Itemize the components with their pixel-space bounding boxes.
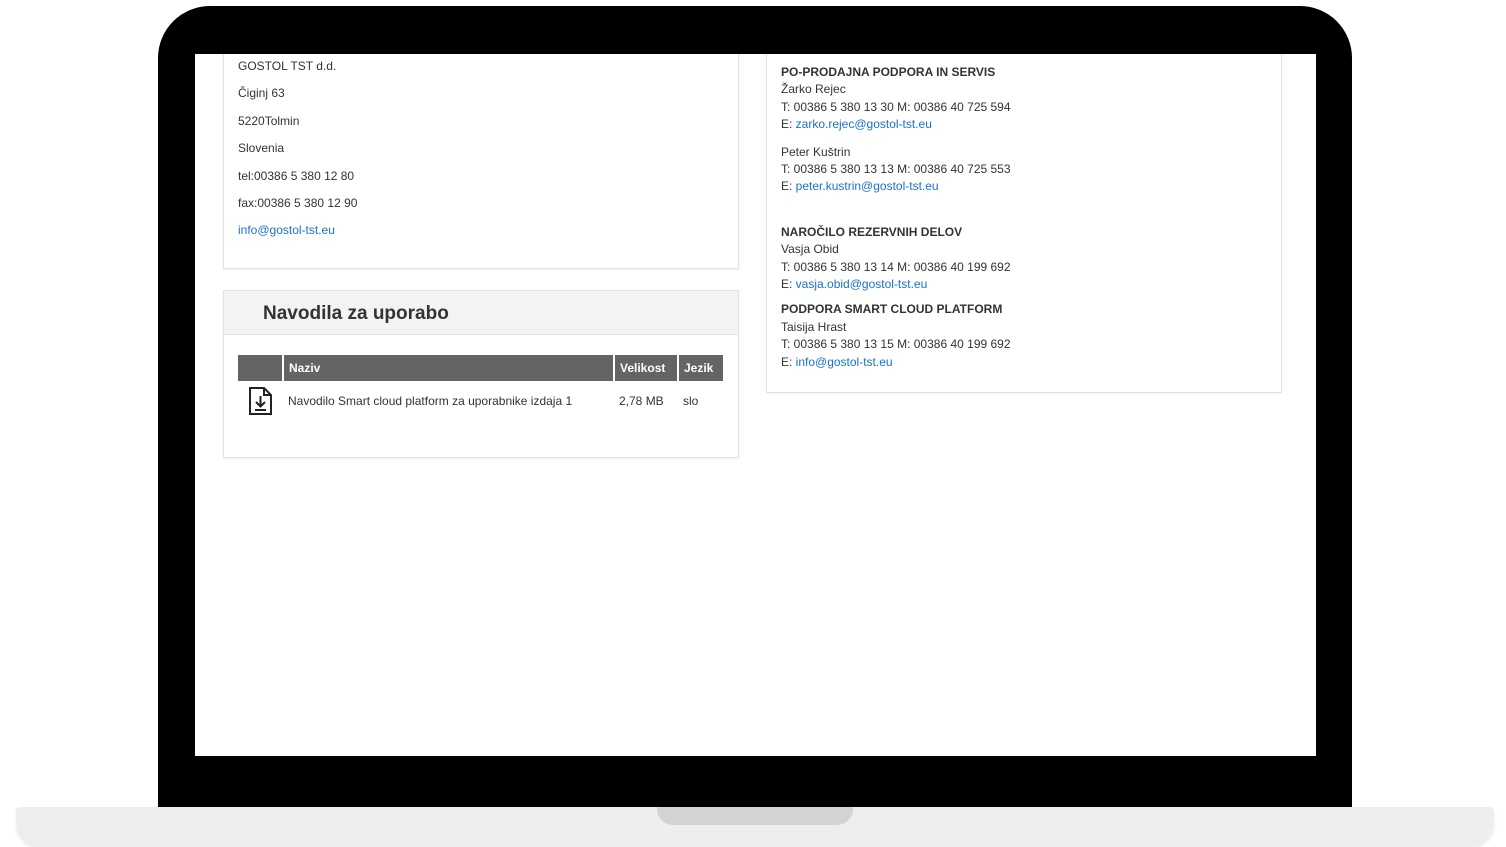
- section-title-spare-parts: NAROČILO REZERVNIH DELOV: [781, 224, 963, 239]
- section-title-cloud-support: PODPORA SMART CLOUD PLATFORM: [781, 302, 1003, 317]
- section-title-after-sales: PO-PRODAJNA PODPORA IN SERVIS: [781, 65, 996, 79]
- table-header-row: Naziv Velikost Jezik: [238, 355, 723, 381]
- laptop-screen: GOSTOL TST d.d. Čiginj 63 5220Tolmin Slo…: [195, 54, 1316, 756]
- contact-phone: T: 00386 5 380 13 15 M: 00386 40 199 692: [781, 337, 1011, 352]
- contact-email-link[interactable]: peter.kustrin@gostol-tst.eu: [796, 179, 939, 193]
- company-tel: tel:00386 5 380 12 80: [238, 168, 355, 183]
- contacts-panel: PO-PRODAJNA PODPORA IN SERVIS Žarko Reje…: [766, 54, 1282, 393]
- email-prefix: E:: [781, 179, 796, 194]
- contact-email-row: E: info@gostol-tst.eu: [781, 354, 1281, 371]
- contact-phone: T: 00386 5 380 13 13 M: 00386 40 725 553: [781, 162, 1011, 177]
- email-prefix: E:: [781, 117, 796, 132]
- col-lang-header: Jezik: [678, 355, 723, 381]
- contacts-body: PO-PRODAJNA PODPORA IN SERVIS Žarko Reje…: [767, 54, 1281, 371]
- manuals-panel: Navodila za uporabo Naziv Velikost Jezik: [223, 290, 739, 458]
- col-icon-header: [238, 355, 284, 381]
- file-size: 2,78 MB: [619, 394, 664, 408]
- laptop-notch: [657, 807, 853, 825]
- contact-email-link[interactable]: zarko.rejec@gostol-tst.eu: [796, 117, 932, 131]
- table-row[interactable]: Navodilo Smart cloud platform za uporabn…: [238, 381, 723, 421]
- contact-name: Vasja Obid: [781, 242, 839, 257]
- col-name-header: Naziv: [283, 355, 615, 381]
- contact-email-row: E: peter.kustrin@gostol-tst.eu: [781, 178, 1281, 195]
- email-prefix: E:: [781, 354, 796, 369]
- email-prefix: E:: [781, 277, 796, 292]
- file-language: slo: [683, 394, 699, 408]
- address-list: GOSTOL TST d.d. Čiginj 63 5220Tolmin Slo…: [224, 54, 738, 248]
- contact-phone: T: 00386 5 380 13 14 M: 00386 40 199 692: [781, 259, 1011, 274]
- contact-name: Taisija Hrast: [781, 319, 847, 334]
- company-email-link[interactable]: info@gostol-tst.eu: [238, 220, 738, 247]
- address-panel: GOSTOL TST d.d. Čiginj 63 5220Tolmin Slo…: [223, 54, 739, 269]
- file-icon-cell[interactable]: [238, 381, 283, 421]
- contact-email-row: E: vasja.obid@gostol-tst.eu: [781, 276, 1281, 293]
- contact-phone: T: 00386 5 380 13 30 M: 00386 40 725 594: [781, 99, 1011, 114]
- contact-email-row: E: zarko.rejec@gostol-tst.eu: [781, 116, 1281, 133]
- contact-name: Peter Kuštrin: [781, 144, 851, 159]
- company-city: 5220Tolmin: [238, 113, 300, 128]
- download-icon[interactable]: [246, 386, 274, 416]
- company-fax: fax:00386 5 380 12 90: [238, 195, 358, 210]
- company-country: Slovenia: [238, 141, 285, 156]
- col-size-header: Velikost: [614, 355, 679, 381]
- contact-name: Žarko Rejec: [781, 82, 846, 97]
- company-name: GOSTOL TST d.d.: [238, 59, 337, 73]
- contact-email-link[interactable]: vasja.obid@gostol-tst.eu: [796, 277, 928, 291]
- company-street: Čiginj 63: [238, 86, 285, 101]
- contact-email-link[interactable]: info@gostol-tst.eu: [796, 355, 893, 369]
- file-name[interactable]: Navodilo Smart cloud platform za uporabn…: [283, 381, 614, 421]
- manuals-table: Naziv Velikost Jezik Navodilo Smart clou…: [238, 355, 723, 421]
- manuals-title: Navodila za uporabo: [224, 291, 738, 335]
